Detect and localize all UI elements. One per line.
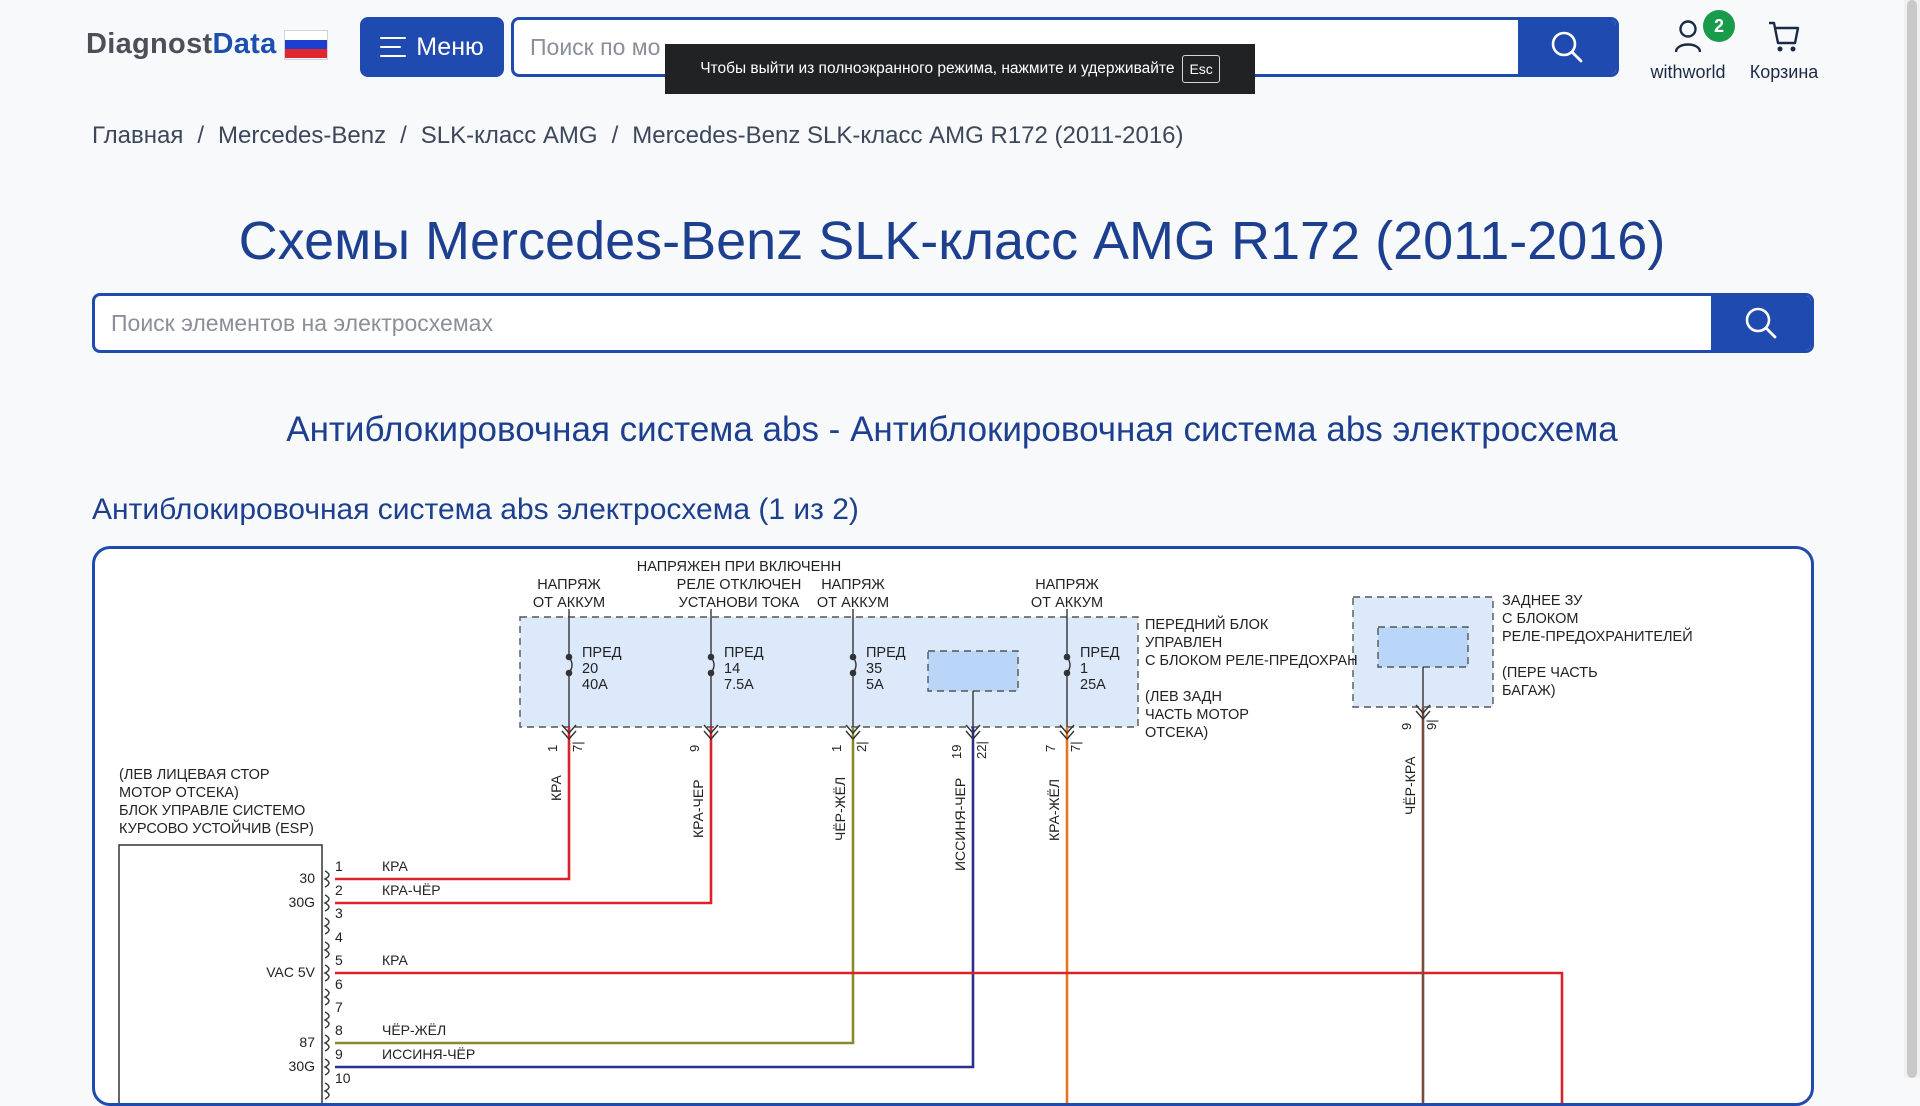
wiring-diagram: НАПРЯЖ ОТ АККУМ НАПРЯЖЕН ПРИ ВКЛЮЧЕНН РЕЛЕ… <box>118 559 1697 1103</box>
pin-label: 1 <box>545 745 560 752</box>
esp-pin-number: 1 <box>335 858 343 874</box>
page-scrollbar[interactable] <box>1904 0 1920 1078</box>
element-search <box>92 293 1814 353</box>
esp-pin-bracket <box>323 1011 330 1029</box>
pin-label: 9| <box>1424 719 1439 730</box>
esp-pin-connectors <box>323 870 330 1100</box>
cart-icon <box>1769 21 1800 52</box>
wire-color-label: КРА-ЖЁЛ <box>1046 779 1062 841</box>
esp-pin-bracket <box>323 894 330 912</box>
logo-text-part1: Diagnost <box>86 28 213 60</box>
esp-module-label: (ЛЕВ ЛИЦЕВАЯ СТОР МОТОР ОТСЕКА) БЛОК УПР… <box>119 767 314 837</box>
esp-pin-bracket <box>323 941 330 959</box>
esp-pin-function: 30G <box>289 1058 315 1074</box>
esp-wire-label: ИССИНЯ-ЧЁР <box>382 1046 475 1062</box>
esp-pin-bracket <box>323 870 330 888</box>
esp-pin-number: 7 <box>335 999 343 1015</box>
wiring-diagram-frame[interactable]: НАПРЯЖ ОТ АККУМ НАПРЯЖЕН ПРИ ВКЛЮЧЕНН РЕЛЕ… <box>92 546 1814 1106</box>
esp-wire-label: ЧЁР-ЖЁЛ <box>382 1022 446 1038</box>
fullscreen-exit-toast: Чтобы выйти из полноэкранного режима, на… <box>665 44 1255 94</box>
esp-pin-number: 5 <box>335 952 343 968</box>
supply-label-3: НАПРЯЖ ОТ АККУМ <box>817 577 889 611</box>
esp-pin-number: 8 <box>335 1022 343 1038</box>
esp-pin-function: VAC 5V <box>266 964 315 980</box>
pin-label: 22| <box>974 741 989 759</box>
element-search-button[interactable] <box>1711 296 1811 350</box>
site-search-button[interactable] <box>1518 20 1616 74</box>
esp-pin-number: 4 <box>335 929 343 945</box>
esc-key-hint: Esc <box>1182 55 1220 83</box>
pin-label: 7 <box>1043 745 1058 752</box>
wire-kra-5 <box>335 971 1564 1103</box>
scrollbar-thumb[interactable] <box>1907 0 1917 1078</box>
front-fuse-box <box>519 616 1139 728</box>
pin-label: 1 <box>829 745 844 752</box>
wire-color-label: ЧЁР-КРА <box>1402 756 1418 815</box>
supply-label-1: НАПРЯЖ ОТ АККУМ <box>533 577 605 611</box>
user-account[interactable]: 2 withworld <box>1648 10 1735 83</box>
menu-button[interactable]: Меню <box>360 17 504 77</box>
pin-label: 9 <box>687 745 702 752</box>
esp-pin-number: 3 <box>335 905 343 921</box>
search-icon <box>1745 307 1777 339</box>
esp-pin-bracket <box>323 1058 330 1076</box>
wire-kra-1 <box>335 727 571 881</box>
notification-badge: 2 <box>1703 10 1735 42</box>
wire-kra-cher-2 <box>335 727 713 905</box>
esp-pin-bracket <box>323 988 330 1006</box>
russia-flag-icon <box>283 29 328 60</box>
esp-pin-number: 2 <box>335 882 343 898</box>
front-box-label: ПЕРЕДНИЙ БЛОК УПРАВЛЕН С БЛОКОМ РЕЛЕ-ПРЕ… <box>1145 615 1362 741</box>
pin-label: 19 <box>949 745 964 759</box>
esp-wire-label: КРА <box>382 858 409 874</box>
breadcrumb: Главная / Mercedes-Benz / SLK-класс AMG … <box>92 122 1184 150</box>
pin-label: 9 <box>1399 723 1414 730</box>
wire-color-label: КРА <box>548 774 564 801</box>
hamburger-icon <box>380 37 407 57</box>
logo-text-part2: Data <box>212 28 277 60</box>
esp-pin-number: 9 <box>335 1046 343 1062</box>
pin-label: 7| <box>1068 741 1083 752</box>
esp-pin-function: 30 <box>299 870 315 886</box>
front-fuse-box-inner <box>927 650 1019 692</box>
breadcrumb-separator: / <box>611 122 619 149</box>
esp-wire-label: КРА-ЧЁР <box>382 882 441 898</box>
wire-color-label: ИССИНЯ-ЧЕР <box>952 778 968 871</box>
pin-label: 7| <box>570 741 585 752</box>
user-icon <box>1674 20 1702 53</box>
site-logo[interactable]: Diagnost Data <box>86 28 328 61</box>
breadcrumb-home[interactable]: Главная <box>92 122 183 150</box>
esp-pin-bracket <box>323 917 330 935</box>
pin-label: 2| <box>854 741 869 752</box>
supply-label-4: НАПРЯЖ ОТ АККУМ <box>1031 577 1103 611</box>
element-search-input[interactable] <box>95 296 1715 350</box>
breadcrumb-brand[interactable]: Mercedes-Benz <box>218 122 386 150</box>
cart-label: Корзина <box>1749 62 1819 82</box>
wire-color-label: ЧЁР-ЖЁЛ <box>832 777 848 841</box>
esp-pin-bracket <box>323 1034 330 1052</box>
breadcrumb-separator: / <box>400 122 407 149</box>
page-title: Схемы Mercedes-Benz SLK-класс AMG R172 (… <box>238 211 1666 271</box>
breadcrumb-separator: / <box>197 122 205 149</box>
esp-pin-function: 30G <box>289 894 315 910</box>
diagram-title: Антиблокировочная система abs электросхе… <box>92 493 859 526</box>
wire-color-label: КРА-ЧЕР <box>690 779 706 838</box>
esp-pin-number: 10 <box>335 1070 351 1086</box>
esp-wire-label: КРА <box>382 952 409 968</box>
section-title: Антиблокировочная система abs - Антиблок… <box>286 410 1618 449</box>
esp-pin-function: 87 <box>299 1034 315 1050</box>
breadcrumb-model-class[interactable]: SLK-класс AMG <box>421 122 598 150</box>
rear-box-label: ЗАДНЕЕ ЗУ С БЛОКОМ РЕЛЕ-ПРЕДОХРАНИТЕЛЕЙ … <box>1502 593 1697 699</box>
esp-pin-bracket <box>323 1082 330 1100</box>
supply-label-2: НАПРЯЖЕН ПРИ ВКЛЮЧЕНН РЕЛЕ ОТКЛЮЧЕН УСТАНО… <box>637 559 841 611</box>
search-icon <box>1551 31 1583 63</box>
esp-pin-number: 6 <box>335 976 343 992</box>
user-label: withworld <box>1650 62 1726 82</box>
cart[interactable]: Корзина <box>1748 16 1820 83</box>
menu-button-label: Меню <box>416 32 484 61</box>
rear-fuse-box-inner <box>1377 626 1469 668</box>
esp-pin-bracket <box>323 964 330 982</box>
toast-text: Чтобы выйти из полноэкранного режима, на… <box>700 60 1175 77</box>
breadcrumb-current: Mercedes-Benz SLK-класс AMG R172 (2011-2… <box>632 122 1184 149</box>
